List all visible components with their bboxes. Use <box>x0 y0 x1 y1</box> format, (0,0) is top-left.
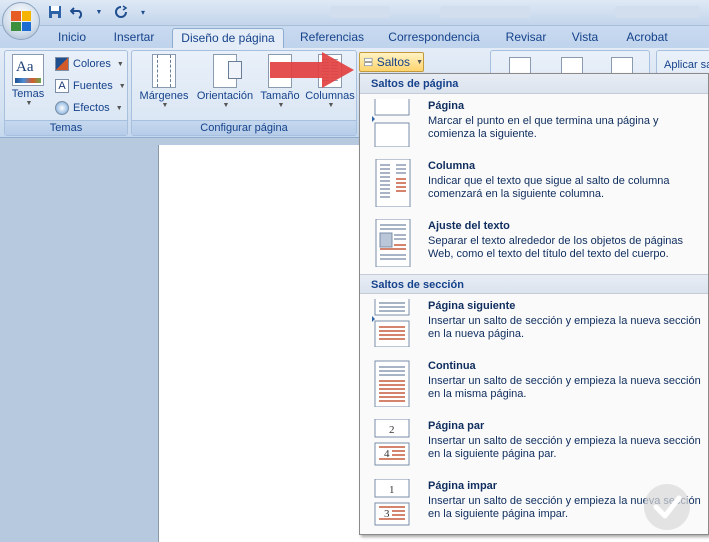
ribbon-tabs: Inicio Insertar Diseño de página Referen… <box>0 26 709 48</box>
chevron-down-icon: ▼ <box>327 102 335 109</box>
svg-text:2: 2 <box>389 424 395 436</box>
fuentes-button[interactable]: A Fuentes ▼ <box>55 79 126 93</box>
saltos-button[interactable]: Saltos ▼ <box>359 52 424 72</box>
margenes-button[interactable]: Márgenes ▼ <box>136 54 192 109</box>
aplicar-label[interactable]: Aplicar sa <box>664 59 709 71</box>
odd-page-section-icon: 1 3 <box>374 479 410 526</box>
next-page-section-icon <box>372 299 410 347</box>
menu-item-title: Columna <box>428 160 476 172</box>
svg-text:3: 3 <box>384 508 390 520</box>
saltos-label: Saltos <box>376 55 411 69</box>
blurred-title <box>330 6 390 18</box>
menu-item-description: Indicar que el texto que sigue al salto … <box>428 175 670 200</box>
tab-acrobat[interactable]: Acrobat <box>620 28 674 48</box>
quick-access-toolbar: ▼ ▾ <box>46 3 152 21</box>
menu-item-description: Separar el texto alrededor de los objeto… <box>428 235 684 260</box>
fuentes-label: Fuentes <box>73 80 113 92</box>
orientation-icon <box>213 54 242 88</box>
themes-icon: Aa <box>12 54 44 86</box>
chevron-down-icon: ▼ <box>115 104 123 112</box>
fonts-icon: A <box>55 79 69 93</box>
margenes-label: Márgenes <box>139 90 189 102</box>
menu-item-title: Ajuste del texto <box>428 220 510 232</box>
tab-inicio[interactable]: Inicio <box>50 28 94 48</box>
menu-item-ajuste-del-texto[interactable]: Ajuste del texto Separar el texto alrede… <box>360 214 708 274</box>
office-logo-icon <box>11 11 31 31</box>
menu-item-description: Marcar el punto en el que termina una pá… <box>428 115 659 140</box>
menu-item-title: Continua <box>428 360 476 372</box>
title-bar: ▼ ▾ <box>0 0 709 26</box>
section-header-saltos-de-seccion: Saltos de sección <box>360 274 708 294</box>
temas-group-label: Temas <box>5 120 127 135</box>
tamano-label: Tamaño <box>260 90 300 102</box>
chevron-down-icon: ▼ <box>116 60 124 68</box>
orientacion-button[interactable]: Orientación ▼ <box>194 54 256 109</box>
breaks-icon <box>364 57 373 67</box>
continuous-section-icon <box>374 360 410 407</box>
menu-item-title: Página par <box>428 420 485 432</box>
undo-icon[interactable] <box>68 3 86 21</box>
menu-item-description: Insertar un salto de sección y empieza l… <box>428 375 701 400</box>
tab-diseno-de-pagina[interactable]: Diseño de página <box>172 28 284 48</box>
redo-icon[interactable] <box>112 3 130 21</box>
section-header-saltos-de-pagina: Saltos de página <box>360 74 708 94</box>
colores-label: Colores <box>73 58 111 70</box>
menu-item-description: Insertar un salto de sección y empieza l… <box>428 315 701 340</box>
configurar-pagina-label: Configurar página <box>132 120 356 135</box>
tab-referencias[interactable]: Referencias <box>296 28 368 48</box>
efectos-label: Efectos <box>73 102 110 114</box>
chevron-down-icon: ▼ <box>222 102 230 109</box>
tab-revisar[interactable]: Revisar <box>500 28 552 48</box>
chevron-down-icon: ▼ <box>161 102 169 109</box>
menu-item-pagina-siguiente[interactable]: Página siguiente Insertar un salto de se… <box>360 294 708 354</box>
page-break-icon <box>372 99 410 147</box>
blurred-title <box>440 6 530 18</box>
orientacion-label: Orientación <box>196 90 254 102</box>
menu-item-title: Página <box>428 100 465 112</box>
menu-item-pagina-par[interactable]: 2 4 Página par Insertar un salto de secc… <box>360 414 708 474</box>
chevron-down-icon: ▼ <box>416 58 423 66</box>
column-break-icon <box>375 159 411 207</box>
chevron-down-icon[interactable]: ▼ <box>90 3 108 21</box>
chevron-down-icon: ▼ <box>118 82 126 90</box>
tab-correspondencia[interactable]: Correspondencia <box>384 28 484 48</box>
menu-item-continua[interactable]: Continua Insertar un salto de sección y … <box>360 354 708 414</box>
save-icon[interactable] <box>46 3 64 21</box>
chevron-down-icon: ▼ <box>277 102 285 109</box>
menu-item-columna[interactable]: Columna Indicar que el texto que sigue a… <box>360 154 708 214</box>
menu-item-title: Página siguiente <box>428 300 516 312</box>
svg-text:4: 4 <box>384 448 390 460</box>
tab-insertar[interactable]: Insertar <box>108 28 160 48</box>
efectos-button[interactable]: Efectos ▼ <box>55 101 123 115</box>
margins-icon <box>152 54 176 88</box>
menu-item-title: Página impar <box>428 480 498 492</box>
columnas-label: Columnas <box>305 90 355 102</box>
saltos-dropdown-menu: Saltos de página Página Marcar el punto … <box>359 73 709 535</box>
text-wrapping-break-icon <box>375 219 411 267</box>
effects-icon <box>55 101 69 115</box>
svg-text:1: 1 <box>389 484 395 496</box>
menu-item-description: Insertar un salto de sección y empieza l… <box>428 435 701 460</box>
customize-qat-icon[interactable]: ▾ <box>134 3 152 21</box>
temas-label: Temas <box>11 88 45 100</box>
even-page-section-icon: 2 4 <box>374 419 410 466</box>
colores-button[interactable]: Colores ▼ <box>55 57 124 71</box>
red-arrow-annotation <box>270 52 354 88</box>
site-watermark-logo <box>644 484 690 530</box>
temas-button[interactable]: Aa Temas ▼ <box>8 54 48 107</box>
menu-item-pagina[interactable]: Página Marcar el punto en el que termina… <box>360 94 708 154</box>
chevron-down-icon: ▼ <box>25 100 33 107</box>
temas-group: Aa Temas ▼ Colores ▼ A Fuentes ▼ Efectos ▼ … <box>4 50 128 136</box>
tab-vista[interactable]: Vista <box>566 28 604 48</box>
office-button[interactable] <box>2 2 40 40</box>
blurred-title <box>615 6 700 18</box>
colors-icon <box>55 57 69 71</box>
